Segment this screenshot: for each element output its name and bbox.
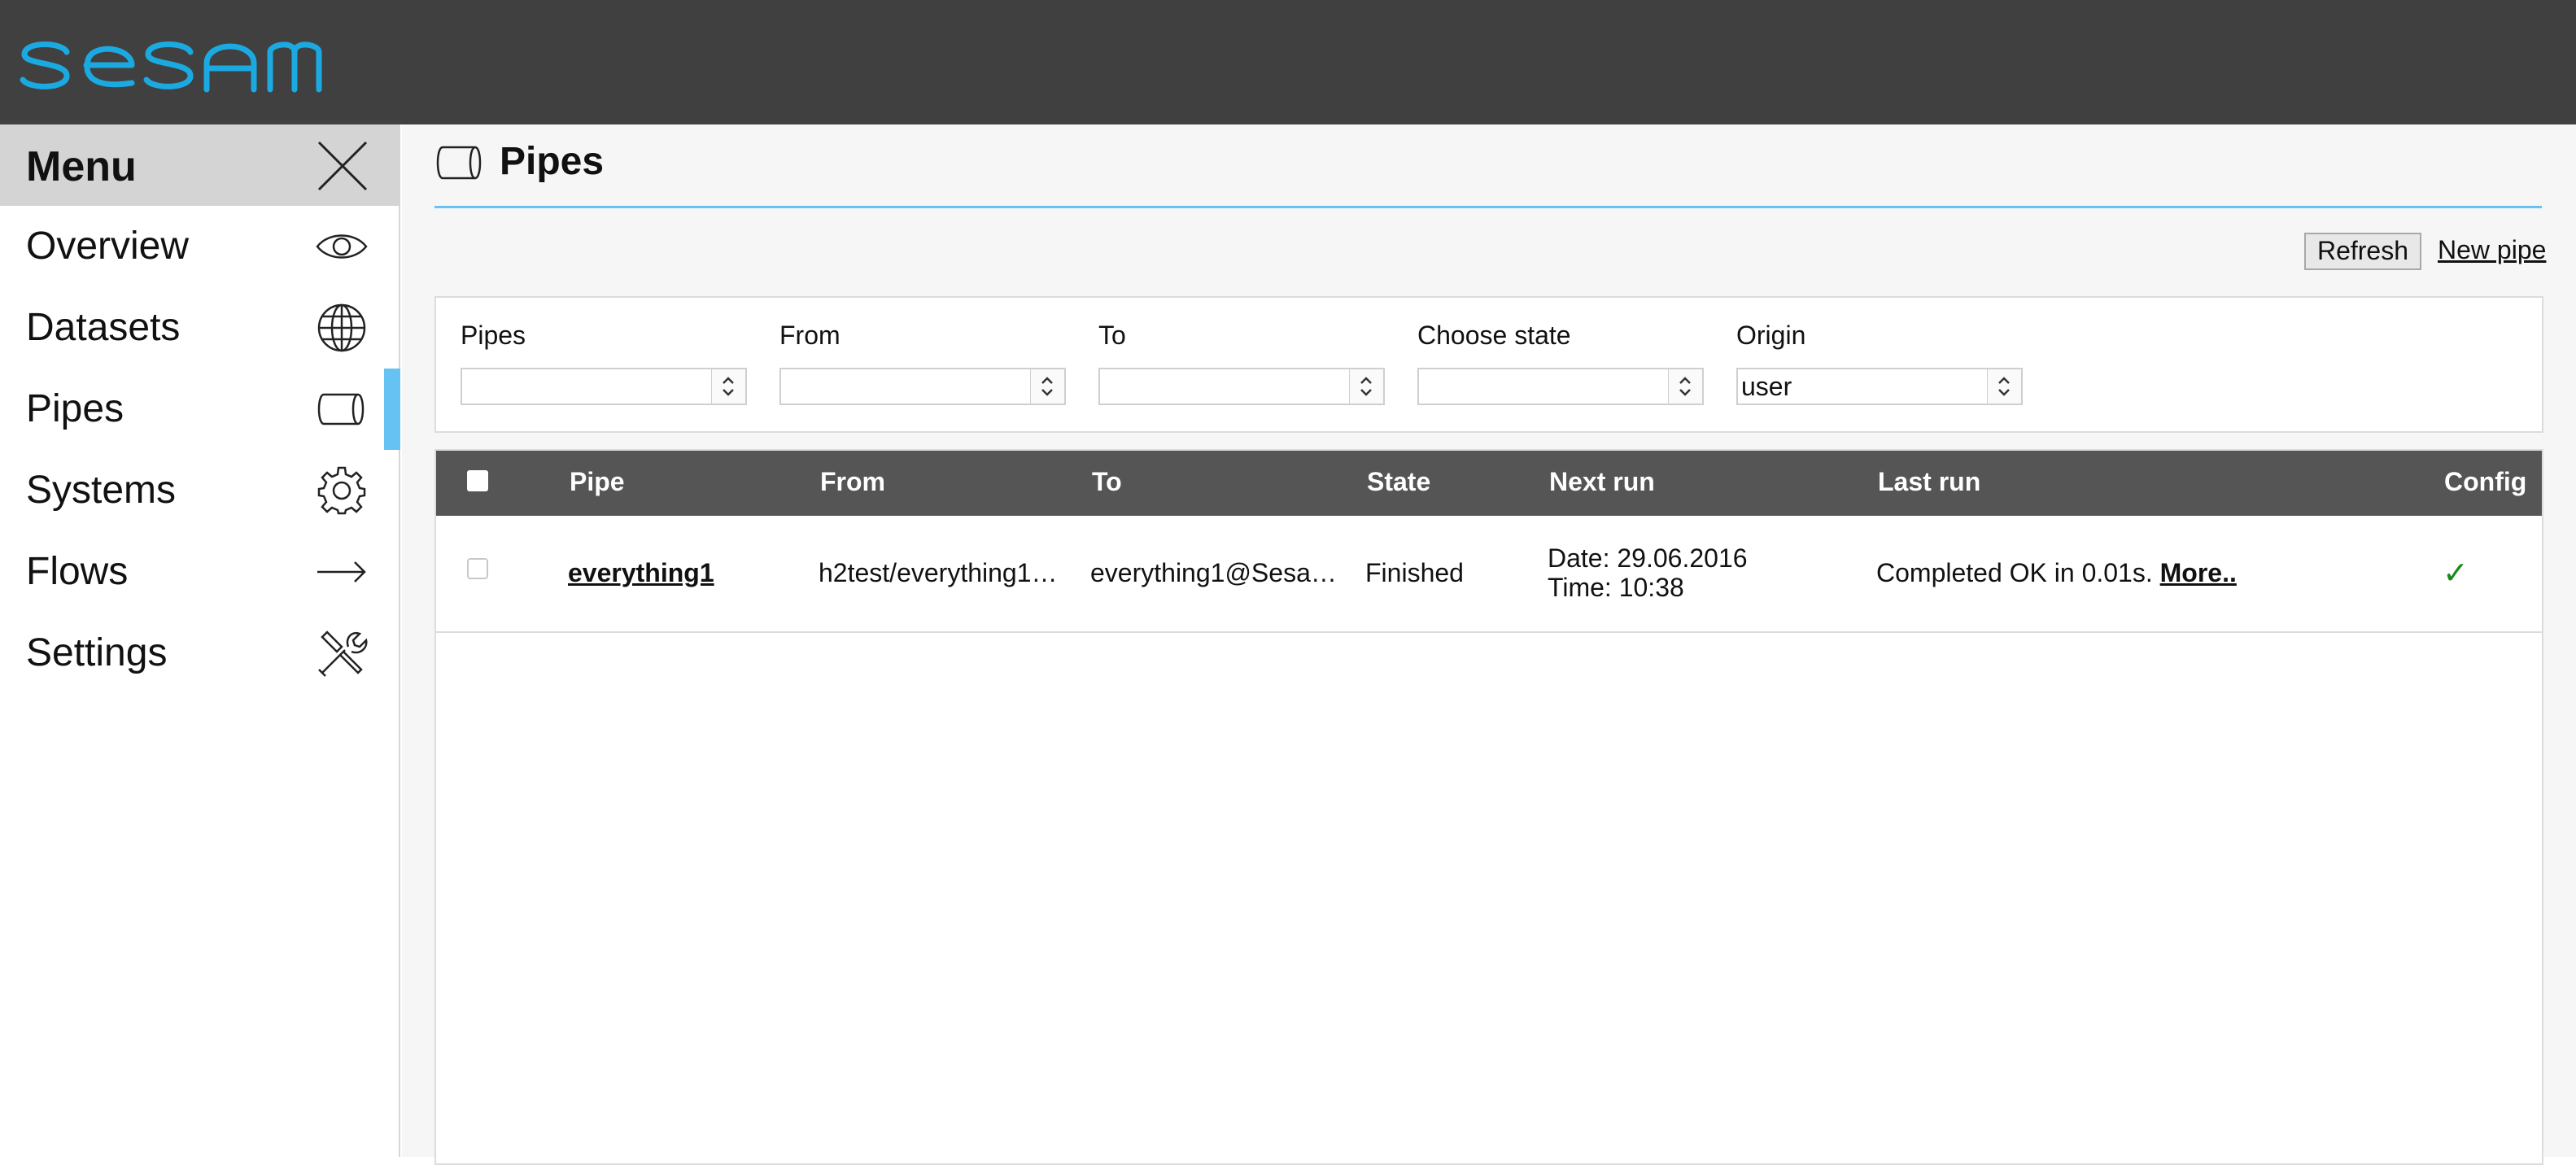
pipe-name-link[interactable]: everything1 bbox=[568, 558, 714, 588]
pipe-state: Finished bbox=[1365, 558, 1464, 587]
sidebar-item-overview[interactable]: Overview bbox=[0, 206, 400, 287]
sesam-logo-mark bbox=[20, 41, 322, 93]
filter-state-select[interactable] bbox=[1417, 368, 1704, 405]
column-header-pipe[interactable]: Pipe bbox=[570, 467, 625, 497]
active-indicator bbox=[384, 369, 400, 450]
sidebar-item-label: Systems bbox=[26, 469, 177, 512]
page-title: Pipes bbox=[500, 140, 605, 183]
sidebar-item-datasets[interactable]: Datasets bbox=[0, 287, 400, 369]
arrow-right-icon bbox=[316, 546, 368, 598]
filter-label: Origin bbox=[1736, 321, 1806, 350]
column-header-to[interactable]: To bbox=[1092, 467, 1122, 497]
filter-label: To bbox=[1098, 321, 1126, 350]
last-run-status: Completed OK in 0.01s. More.. bbox=[1876, 558, 2237, 588]
header-divider bbox=[434, 206, 2542, 208]
filter-label: Choose state bbox=[1417, 321, 1571, 350]
menu-header: Menu bbox=[0, 124, 400, 206]
gear-icon bbox=[316, 465, 368, 517]
filter-origin-select[interactable]: user bbox=[1736, 368, 2023, 405]
tools-icon bbox=[316, 627, 368, 679]
row-checkbox[interactable] bbox=[467, 558, 488, 579]
new-pipe-link[interactable]: New pipe bbox=[2438, 235, 2546, 265]
column-header-from[interactable]: From bbox=[820, 467, 885, 497]
last-run-more-link[interactable]: More.. bbox=[2160, 558, 2237, 587]
filter-to: To bbox=[1098, 321, 1391, 405]
menu-title: Menu bbox=[26, 143, 137, 190]
column-header-next-run[interactable]: Next run bbox=[1549, 467, 1655, 497]
chevron-up-down-icon[interactable] bbox=[711, 368, 747, 405]
table-header: Pipe From To State Next run Last run Con… bbox=[436, 451, 2542, 516]
chevron-up-down-icon[interactable] bbox=[1030, 368, 1066, 405]
pipe-icon bbox=[434, 144, 485, 181]
chevron-up-down-icon[interactable] bbox=[1987, 368, 2023, 405]
chevron-up-down-icon[interactable] bbox=[1349, 368, 1385, 405]
sidebar-item-flows[interactable]: Flows bbox=[0, 531, 400, 613]
pipe-from: h2test/everything1… bbox=[819, 558, 1058, 587]
sidebar-item-label: Flows bbox=[26, 550, 129, 593]
refresh-button[interactable]: Refresh bbox=[2304, 233, 2421, 270]
filter-from: From bbox=[779, 321, 1072, 405]
sidebar: Menu Overview Datasets Pipes Systems Flo… bbox=[0, 124, 400, 1157]
next-run-time: Time: 10:38 bbox=[1548, 573, 1684, 602]
filter-from-select[interactable] bbox=[779, 368, 1066, 405]
filter-pipes-input[interactable] bbox=[461, 368, 714, 405]
filter-panel: Pipes From To Choose state Origin user bbox=[434, 296, 2543, 433]
filter-origin-input[interactable]: user bbox=[1736, 368, 1990, 405]
chevron-up-down-icon[interactable] bbox=[1668, 368, 1704, 405]
next-run-date: Date: 29.06.2016 bbox=[1548, 543, 1748, 573]
filter-pipes-select[interactable] bbox=[461, 368, 747, 405]
globe-icon bbox=[316, 302, 368, 354]
eye-icon bbox=[316, 220, 368, 273]
sidebar-item-settings[interactable]: Settings bbox=[0, 613, 400, 694]
filter-origin: Origin user bbox=[1736, 321, 2029, 405]
pipes-table: Pipe From To State Next run Last run Con… bbox=[434, 449, 2543, 1165]
column-header-config[interactable]: Config bbox=[2444, 467, 2526, 497]
filter-state-input[interactable] bbox=[1417, 368, 1671, 405]
pipe-to: everything1@Sesa… bbox=[1090, 558, 1337, 587]
sidebar-item-label: Overview bbox=[26, 225, 190, 268]
pipe-icon bbox=[316, 383, 368, 435]
sidebar-item-label: Datasets bbox=[26, 306, 181, 349]
sidebar-item-pipes[interactable]: Pipes bbox=[0, 369, 400, 450]
close-icon[interactable] bbox=[316, 139, 369, 193]
last-run-text: Completed OK in 0.01s. bbox=[1876, 558, 2153, 587]
filter-label: From bbox=[779, 321, 840, 350]
filter-to-input[interactable] bbox=[1098, 368, 1352, 405]
table-row: everything1 h2test/everything1… everythi… bbox=[436, 516, 2542, 633]
filter-pipes: Pipes bbox=[461, 321, 753, 405]
sidebar-item-label: Pipes bbox=[26, 387, 124, 430]
column-header-state[interactable]: State bbox=[1367, 467, 1430, 497]
sidebar-item-label: Settings bbox=[26, 631, 168, 674]
sesam-logo[interactable] bbox=[18, 23, 327, 96]
filter-state: Choose state bbox=[1417, 321, 1710, 405]
filter-label: Pipes bbox=[461, 321, 526, 350]
main-content: Pipes Refresh New pipe Pipes From To Cho… bbox=[402, 124, 2576, 1165]
filter-from-input[interactable] bbox=[779, 368, 1033, 405]
config-ok-icon: ✓ bbox=[2443, 556, 2469, 591]
top-bar bbox=[0, 0, 2576, 124]
select-all-checkbox[interactable] bbox=[467, 470, 488, 491]
column-header-last-run[interactable]: Last run bbox=[1878, 467, 1980, 497]
sidebar-item-systems[interactable]: Systems bbox=[0, 450, 400, 531]
filter-to-select[interactable] bbox=[1098, 368, 1385, 405]
